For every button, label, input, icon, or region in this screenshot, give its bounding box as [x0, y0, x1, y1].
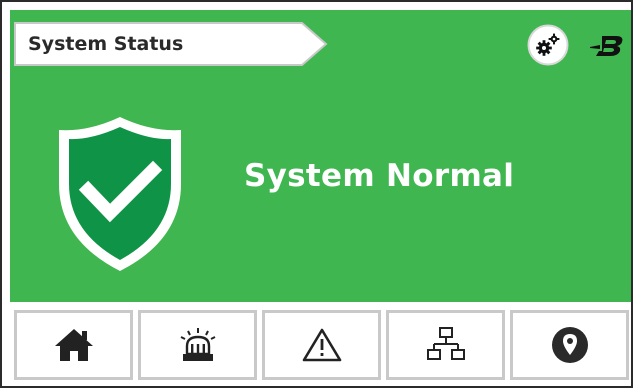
- gears-icon: [527, 24, 569, 66]
- status-panel: System Status System Normal: [10, 10, 631, 302]
- nav-network-label: Network: [389, 313, 390, 314]
- alarm-beacon-icon: [180, 328, 215, 361]
- warning-icon: [302, 328, 341, 362]
- nav-home-label: Home: [17, 313, 18, 314]
- page-title: System Status: [28, 33, 184, 55]
- nav-location-label: Location: [513, 313, 514, 314]
- page-title-tab: System Status: [14, 22, 329, 66]
- system-status-message: System Normal: [244, 158, 515, 194]
- brand-b-logo-icon: [590, 36, 623, 56]
- network-icon: [426, 327, 465, 360]
- nav-home-button[interactable]: Home: [14, 310, 133, 380]
- brand-logo: [588, 32, 628, 60]
- nav-network-button[interactable]: Network: [386, 310, 505, 380]
- nav-warnings-label: Warnings: [265, 313, 266, 314]
- nav-alarms-label: Alarms: [141, 313, 142, 314]
- device-screen: System Status System Normal: [0, 0, 633, 388]
- nav-warnings-button[interactable]: Warnings: [262, 310, 381, 380]
- nav-location-button[interactable]: Location: [510, 310, 629, 380]
- shield-check-icon: [54, 114, 186, 274]
- location-pin-icon: [551, 327, 588, 363]
- home-icon: [54, 329, 93, 361]
- nav-alarms-button[interactable]: Alarms: [138, 310, 257, 380]
- settings-button[interactable]: [527, 24, 569, 66]
- bottom-navbar: Home Alarms: [10, 306, 631, 386]
